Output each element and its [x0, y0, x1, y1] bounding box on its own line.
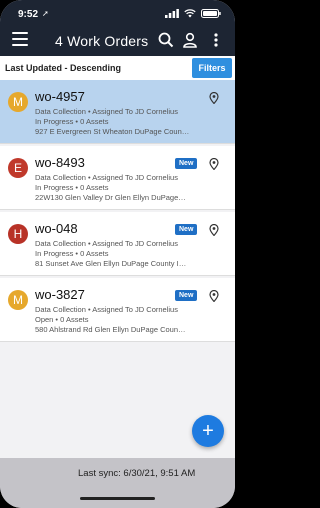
- wifi-icon: [184, 9, 196, 18]
- work-order-address: 81 Sunset Ave Glen Ellyn DuPage County I…: [35, 259, 187, 268]
- work-order-status: In Progress • 0 Assets: [35, 249, 109, 258]
- nav-bar: 4 Work Orders: [0, 24, 235, 56]
- work-order-address: 22W130 Glen Valley Dr Glen Ellyn DuPage…: [35, 193, 186, 202]
- signal-icon: [165, 9, 179, 18]
- user-filter-icon[interactable]: [182, 32, 198, 48]
- new-badge: New: [175, 290, 198, 301]
- work-order-card[interactable]: M wo-3827 New Data Collection • Assigned…: [0, 278, 235, 342]
- status-bar: 9:52 ➚: [0, 0, 235, 24]
- work-order-card[interactable]: M wo-4957 Data Collection • Assigned To …: [0, 80, 235, 144]
- filters-button[interactable]: Filters: [192, 58, 232, 78]
- location-arrow-icon: ➚: [42, 9, 49, 18]
- map-pin-icon[interactable]: [208, 158, 220, 170]
- work-order-status: In Progress • 0 Assets: [35, 183, 109, 192]
- work-order-list: M wo-4957 Data Collection • Assigned To …: [0, 80, 235, 344]
- status-time: 9:52: [18, 9, 39, 20]
- avatar: M: [8, 92, 28, 112]
- battery-icon: [201, 9, 221, 18]
- work-order-type-assignee: Data Collection • Assigned To JD Corneli…: [35, 173, 178, 182]
- app-screen: 9:52 ➚ 4 Work Orders Last Updated - Desc…: [0, 0, 235, 508]
- work-order-status: In Progress • 0 Assets: [35, 117, 109, 126]
- sort-bar: Last Updated - Descending Filters: [0, 56, 235, 81]
- work-order-id: wo-048: [35, 221, 78, 236]
- status-icons: [165, 9, 221, 18]
- work-order-id: wo-8493: [35, 155, 85, 170]
- avatar: E: [8, 158, 28, 178]
- avatar: H: [8, 224, 28, 244]
- new-badge: New: [175, 158, 198, 169]
- more-icon[interactable]: [208, 32, 224, 48]
- work-order-id: wo-3827: [35, 287, 85, 302]
- last-sync-text: Last sync: 6/30/21, 9:51 AM: [78, 468, 196, 479]
- add-work-order-button[interactable]: +: [192, 415, 224, 447]
- home-indicator: [80, 497, 155, 500]
- avatar: M: [8, 290, 28, 310]
- work-order-status: Open • 0 Assets: [35, 315, 89, 324]
- work-order-type-assignee: Data Collection • Assigned To JD Corneli…: [35, 239, 178, 248]
- work-order-card[interactable]: H wo-048 New Data Collection • Assigned …: [0, 212, 235, 276]
- work-order-type-assignee: Data Collection • Assigned To JD Corneli…: [35, 305, 178, 314]
- sort-label[interactable]: Last Updated - Descending: [5, 63, 121, 73]
- sync-footer: Last sync: 6/30/21, 9:51 AM: [0, 458, 235, 508]
- work-order-card[interactable]: E wo-8493 New Data Collection • Assigned…: [0, 146, 235, 210]
- work-order-address: 927 E Evergreen St Wheaton DuPage Coun…: [35, 127, 190, 136]
- page-title: 4 Work Orders: [55, 33, 149, 49]
- work-order-id: wo-4957: [35, 89, 85, 104]
- search-icon[interactable]: [158, 32, 174, 48]
- work-order-address: 580 Ahlstrand Rd Glen Ellyn DuPage Coun…: [35, 325, 186, 334]
- new-badge: New: [175, 224, 198, 235]
- map-pin-icon[interactable]: [208, 92, 220, 104]
- map-pin-icon[interactable]: [208, 224, 220, 236]
- work-order-type-assignee: Data Collection • Assigned To JD Corneli…: [35, 107, 178, 116]
- menu-icon[interactable]: [12, 32, 28, 48]
- map-pin-icon[interactable]: [208, 290, 220, 302]
